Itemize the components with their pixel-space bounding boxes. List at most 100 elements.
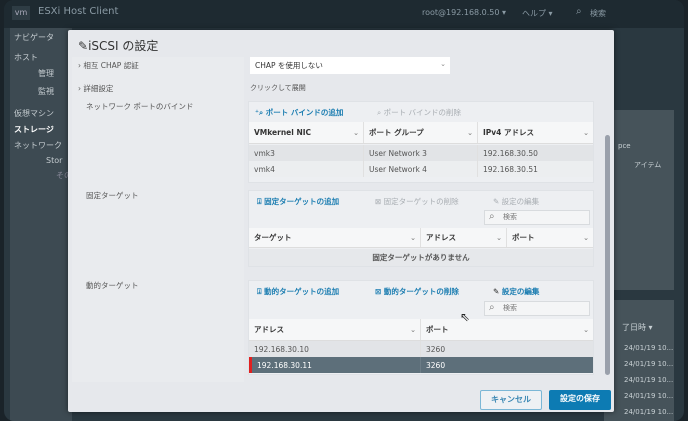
top-search[interactable]: 検索: [590, 8, 606, 19]
port-binding-panel: ⁺⌕ ポート バインドの追加 ⌕ ポート バインドの削除 VMkernel NI…: [248, 101, 594, 183]
col-port[interactable]: ポート ⌄: [507, 228, 593, 247]
dialog-title: ✎iSCSI の設定: [78, 37, 158, 54]
save-settings-button[interactable]: 設定の保存: [549, 390, 611, 410]
search-placeholder: 検索: [503, 304, 517, 312]
col-ipv4[interactable]: IPv4 アドレス ⌄: [478, 122, 593, 143]
add-label: ポート バインドの追加: [265, 108, 344, 117]
bg-text: pce: [618, 142, 631, 150]
scrollbar[interactable]: [605, 135, 610, 375]
chevron-down-icon: ⌄: [583, 128, 589, 137]
search-icon[interactable]: ⌕: [576, 6, 582, 17]
chevron-down-icon: ⌄: [410, 325, 416, 334]
nav-network[interactable]: ネットワーク: [14, 140, 62, 151]
col-label: ポート: [512, 233, 535, 242]
nav-navigator[interactable]: ナビゲータ: [14, 32, 54, 43]
navigator: ナビゲータ ホスト 管理 監視 仮想マシン ストレージ ネットワーク Stor …: [10, 28, 72, 421]
cell: User Network 3: [364, 145, 478, 161]
chevron-down-icon: ⌄: [467, 128, 473, 137]
col-label: IPv4 アドレス: [483, 128, 535, 137]
cell: 3260: [426, 360, 446, 370]
chevron-down-icon: ⌄: [583, 233, 589, 242]
dynamic-table-header: アドレス ⌄ ポート ⌄: [249, 319, 593, 341]
nav-storage[interactable]: ストレージ: [14, 124, 54, 135]
binding-table-header: VMkernel NIC ⌄ ポート グループ ⌄ IPv4 アドレス ⌄: [249, 122, 593, 144]
edit-settings-button[interactable]: ✎ 設定の編集: [493, 286, 539, 297]
advanced-expand-hint[interactable]: クリックして展開: [250, 83, 306, 93]
static-target-label: 固定ターゲット: [86, 191, 139, 200]
add-static-target-button[interactable]: ⍗ 固定ターゲットの追加: [257, 196, 339, 207]
vmware-logo: vm: [12, 6, 30, 20]
cell: vmk3: [249, 145, 364, 161]
static-search-input[interactable]: ⌕ 検索: [484, 210, 590, 225]
advanced-expander[interactable]: › 詳細設定: [78, 83, 113, 94]
chap-value: CHAP を使用しない: [255, 61, 323, 70]
chevron-down-icon: ⌄: [583, 325, 589, 334]
cell: 3260: [426, 344, 446, 354]
col-label: アドレス: [254, 325, 284, 334]
bg-date: 24/01/19 10...: [624, 392, 674, 400]
edit-label: 設定の編集: [501, 197, 540, 206]
chevron-down-icon: ⌄: [353, 128, 359, 137]
cell: 192.168.30.10: [249, 341, 421, 357]
settings-icon: ✎: [78, 39, 89, 53]
table-row[interactable]: 192.168.30.10 3260: [249, 341, 593, 357]
remove-label: 固定ターゲットの削除: [383, 197, 459, 206]
background-panel: pce アイテム: [604, 110, 674, 290]
cell: 192.168.30.51: [483, 164, 538, 174]
chap-select[interactable]: CHAP を使用しない ⌄: [250, 57, 450, 74]
help-menu[interactable]: ヘルプ ▾: [522, 8, 553, 19]
remove-dynamic-target-button[interactable]: ⊠ 動的ターゲットの削除: [375, 286, 459, 297]
col-port[interactable]: ポート ⌄: [421, 319, 593, 340]
static-table-header: ターゲット ⌄ アドレス ⌄ ポート ⌄: [249, 228, 593, 248]
table-row-selected[interactable]: 192.168.30.11 3260: [249, 357, 593, 373]
cell: 192.168.30.50: [483, 148, 538, 158]
col-label: ポート: [426, 325, 449, 334]
bg-date: 24/01/19 10...: [624, 376, 674, 384]
chevron-down-icon: ⌄: [496, 233, 502, 242]
col-address[interactable]: アドレス ⌄: [249, 319, 421, 340]
cell: vmk4: [249, 161, 364, 177]
col-vmkernel[interactable]: VMkernel NIC ⌄: [249, 122, 364, 143]
bg-date: 24/01/19 10...: [624, 360, 674, 368]
top-bar: vm ESXi Host Client root@192.168.0.50 ▾ …: [4, 0, 684, 28]
remove-label: ポート バインドの削除: [383, 108, 461, 117]
col-portgroup[interactable]: ポート グループ ⌄: [364, 122, 478, 143]
dialog-title-text: iSCSI の設定: [88, 39, 159, 53]
chevron-down-icon: ⌄: [410, 233, 416, 242]
user-menu[interactable]: root@192.168.0.50 ▾: [422, 8, 506, 17]
add-port-binding-button[interactable]: ⁺⌕ ポート バインドの追加: [255, 107, 343, 118]
nav-host[interactable]: ホスト: [14, 52, 38, 63]
chap-expander[interactable]: › 相互 CHAP 認証: [78, 60, 139, 71]
app-title: ESXi Host Client: [38, 6, 119, 17]
cell: User Network 4: [364, 161, 478, 177]
chevron-down-icon: ⌄: [440, 60, 446, 68]
nav-stor[interactable]: Stor: [46, 156, 62, 165]
bg-date: 24/01/19 10...: [624, 344, 674, 352]
cancel-button[interactable]: キャンセル: [480, 390, 542, 410]
nav-manage[interactable]: 管理: [38, 68, 54, 79]
nav-vms[interactable]: 仮想マシン: [14, 108, 54, 119]
table-row[interactable]: vmk3 User Network 3 192.168.30.50: [249, 145, 593, 161]
cell: 192.168.30.11: [252, 357, 421, 373]
col-target[interactable]: ターゲット ⌄: [249, 228, 421, 247]
nav-monitor[interactable]: 監視: [38, 86, 54, 97]
add-label: 動的ターゲットの追加: [264, 287, 340, 296]
bg-col-header: 了日時 ▾: [622, 323, 653, 332]
search-icon: ⌕: [489, 302, 495, 313]
dynamic-search-input[interactable]: ⌕ 検索: [484, 301, 590, 316]
col-label: VMkernel NIC: [254, 128, 312, 137]
col-label: ターゲット: [254, 233, 292, 242]
col-address[interactable]: アドレス ⌄: [421, 228, 507, 247]
binding-label: ネットワーク ポートのバインド: [86, 102, 194, 111]
edit-settings-button[interactable]: ✎ 設定の編集: [493, 196, 539, 207]
remove-static-target-button[interactable]: ⊠ 固定ターゲットの削除: [375, 196, 459, 207]
add-dynamic-target-button[interactable]: ⍗ 動的ターゲットの追加: [257, 286, 339, 297]
iscsi-settings-dialog: ✎iSCSI の設定 › 相互 CHAP 認証 CHAP を使用しない ⌄ › 詳…: [68, 30, 614, 412]
search-placeholder: 検索: [503, 213, 517, 221]
empty-message: 固定ターゲットがありません: [249, 249, 593, 266]
dynamic-target-panel: ⍗ 動的ターゲットの追加 ⊠ 動的ターゲットの削除 ✎ 設定の編集 ⌕ 検索 アド…: [248, 280, 594, 375]
remove-label: 動的ターゲットの削除: [383, 287, 459, 296]
remove-port-binding-button[interactable]: ⌕ ポート バインドの削除: [377, 107, 461, 118]
search-icon: ⌕: [489, 211, 495, 222]
table-row[interactable]: vmk4 User Network 4 192.168.30.51: [249, 161, 593, 177]
